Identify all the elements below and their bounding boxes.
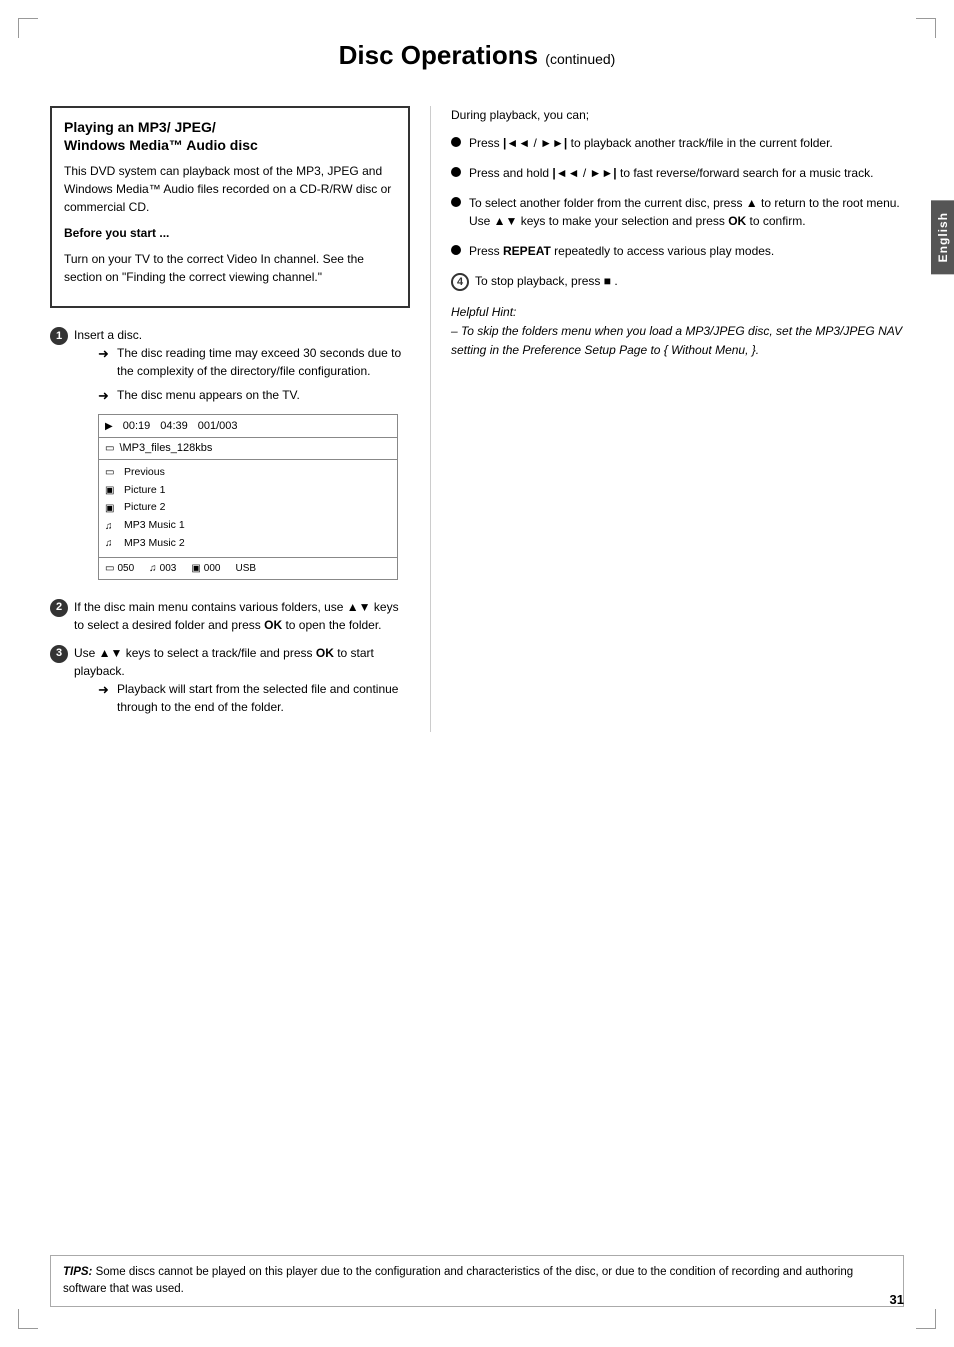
step-4-num: 4 — [451, 273, 469, 291]
bullet-1: Press |◄◄ / ►►| to playback another trac… — [451, 134, 904, 152]
disc-status-music-val: 003 — [160, 561, 177, 576]
before-start-text: Turn on your TV to the correct Video In … — [64, 250, 396, 286]
corner-tr — [916, 18, 936, 38]
file-music-icon-2: ♫ — [105, 536, 119, 551]
step-1-num: 1 — [50, 327, 68, 345]
tips-label: TIPS: — [63, 1266, 92, 1278]
before-start-label: Before you start ... — [64, 224, 396, 242]
page: English Disc Operations (continued) Play… — [0, 0, 954, 1347]
disc-status-image-val: 000 — [204, 561, 221, 576]
tips-text: Some discs cannot be played on this play… — [63, 1266, 853, 1295]
disc-display-header: ▶ 00:19 04:39 001/003 — [99, 415, 397, 439]
right-intro: During playback, you can; — [451, 106, 904, 124]
page-number: 31 — [890, 1292, 904, 1307]
disc-status-image-icon: ▣ — [191, 561, 200, 576]
step-3-arrow-text: Playback will start from the selected fi… — [117, 680, 410, 716]
step-2-num: 2 — [50, 599, 68, 617]
section-intro: This DVD system can playback most of the… — [64, 162, 396, 216]
disc-file-pic2: ▣ Picture 2 — [105, 499, 391, 517]
file-previous-label: Previous — [124, 465, 165, 481]
arrow-icon-2: ➜ — [98, 386, 112, 406]
file-folder-icon: ▭ — [105, 465, 119, 480]
file-music2-label: MP3 Music 2 — [124, 536, 185, 552]
step-3-text: Use ▲▼ keys to select a track/file and p… — [74, 646, 374, 678]
bullet-circle-1 — [451, 137, 461, 147]
disc-files-area: ▭ Previous ▣ Picture 1 ▣ Picture 2 — [99, 460, 397, 558]
step-2-text: If the disc main menu contains various f… — [74, 600, 399, 632]
disc-track: 001/003 — [198, 418, 238, 435]
disc-status-folder: ▭ 050 — [105, 561, 134, 576]
step-1-arrow-2-text: The disc menu appears on the TV. — [117, 386, 300, 404]
arrow-icon-3: ➜ — [98, 680, 112, 700]
title-text: Disc Operations — [339, 40, 538, 70]
play-icon: ▶ — [105, 419, 113, 434]
disc-status-music: ♫ 003 — [149, 561, 176, 576]
disc-file-pic1: ▣ Picture 1 — [105, 482, 391, 500]
disc-display: ▶ 00:19 04:39 001/003 ▭ \MP3_files_128kb… — [98, 414, 398, 580]
file-image-icon-1: ▣ — [105, 483, 119, 498]
bullet-1-content: Press |◄◄ / ►►| to playback another trac… — [469, 134, 904, 152]
disc-status-row: ▭ 050 ♫ 003 ▣ 000 — [99, 558, 397, 579]
bullet-circle-2 — [451, 167, 461, 177]
bullet-4-content: Press REPEAT repeatedly to access variou… — [469, 242, 904, 260]
step-1-text: Insert a disc. — [74, 328, 142, 342]
hint-text: – To skip the folders menu when you load… — [451, 322, 904, 360]
disc-folder-name: \MP3_files_128kbs — [119, 440, 212, 457]
bullet-2-content: Press and hold |◄◄ / ►►| to fast reverse… — [469, 164, 904, 182]
disc-file-previous: ▭ Previous — [105, 464, 391, 482]
disc-status-folder-val: 050 — [117, 561, 134, 576]
step-2: 2 If the disc main menu contains various… — [50, 598, 410, 634]
disc-status-usb-label: USB — [235, 561, 256, 576]
corner-bl — [18, 1309, 38, 1329]
page-title: Disc Operations (continued) — [0, 30, 954, 86]
file-pic2-label: Picture 2 — [124, 500, 165, 516]
step-1-arrow-1-text: The disc reading time may exceed 30 seco… — [117, 344, 410, 380]
file-pic1-label: Picture 1 — [124, 483, 165, 499]
step-1-arrow-2: ➜ The disc menu appears on the TV. — [98, 386, 410, 406]
left-column: Playing an MP3/ JPEG/ Windows Media™ Aud… — [50, 106, 430, 732]
disc-time: 00:19 — [123, 418, 151, 435]
disc-status-music-icon: ♫ — [149, 561, 157, 576]
disc-status-image: ▣ 000 — [191, 561, 220, 576]
corner-br — [916, 1309, 936, 1329]
step-4-text: To stop playback, press ■ . — [475, 274, 618, 288]
disc-status-folder-icon: ▭ — [105, 561, 114, 576]
tips-box: TIPS: Some discs cannot be played on thi… — [50, 1255, 904, 1308]
disc-status-usb: USB — [235, 561, 256, 576]
arrow-icon-1: ➜ — [98, 344, 112, 364]
bullet-2: Press and hold |◄◄ / ►►| to fast reverse… — [451, 164, 904, 182]
step-1-content: Insert a disc. ➜ The disc reading time m… — [74, 326, 410, 587]
folder-icon-main: ▭ — [105, 441, 114, 456]
section-box: Playing an MP3/ JPEG/ Windows Media™ Aud… — [50, 106, 410, 308]
helpful-hint: Helpful Hint: – To skip the folders menu… — [451, 303, 904, 361]
step-1: 1 Insert a disc. ➜ The disc reading time… — [50, 326, 410, 587]
bullet-3: To select another folder from the curren… — [451, 194, 904, 230]
content-area: Playing an MP3/ JPEG/ Windows Media™ Aud… — [0, 86, 954, 752]
file-music1-label: MP3 Music 1 — [124, 518, 185, 534]
corner-tl — [18, 18, 38, 38]
bullet-4: Press REPEAT repeatedly to access variou… — [451, 242, 904, 260]
right-column: During playback, you can; Press |◄◄ / ►►… — [430, 106, 904, 732]
step-4: 4 To stop playback, press ■ . — [451, 272, 904, 291]
step-3-content: Use ▲▼ keys to select a track/file and p… — [74, 644, 410, 722]
step-3-num: 3 — [50, 645, 68, 663]
step-3-arrow: ➜ Playback will start from the selected … — [98, 680, 410, 716]
hint-title: Helpful Hint: — [451, 303, 904, 322]
continued-text: (continued) — [545, 51, 615, 67]
step-3: 3 Use ▲▼ keys to select a track/file and… — [50, 644, 410, 722]
disc-folder-row: ▭ \MP3_files_128kbs — [99, 438, 397, 460]
disc-file-music1: ♫ MP3 Music 1 — [105, 517, 391, 535]
step-1-arrow-1: ➜ The disc reading time may exceed 30 se… — [98, 344, 410, 380]
english-tab: English — [931, 200, 954, 274]
bullet-circle-4 — [451, 245, 461, 255]
section-title: Playing an MP3/ JPEG/ Windows Media™ Aud… — [64, 118, 396, 154]
disc-duration: 04:39 — [160, 418, 188, 435]
step-2-content: If the disc main menu contains various f… — [74, 598, 410, 634]
bullet-3-content: To select another folder from the curren… — [469, 194, 904, 230]
step-4-content: To stop playback, press ■ . — [475, 272, 904, 290]
file-music-icon-1: ♫ — [105, 519, 119, 534]
bullet-circle-3 — [451, 197, 461, 207]
file-image-icon-2: ▣ — [105, 501, 119, 516]
disc-file-music2: ♫ MP3 Music 2 — [105, 535, 391, 553]
